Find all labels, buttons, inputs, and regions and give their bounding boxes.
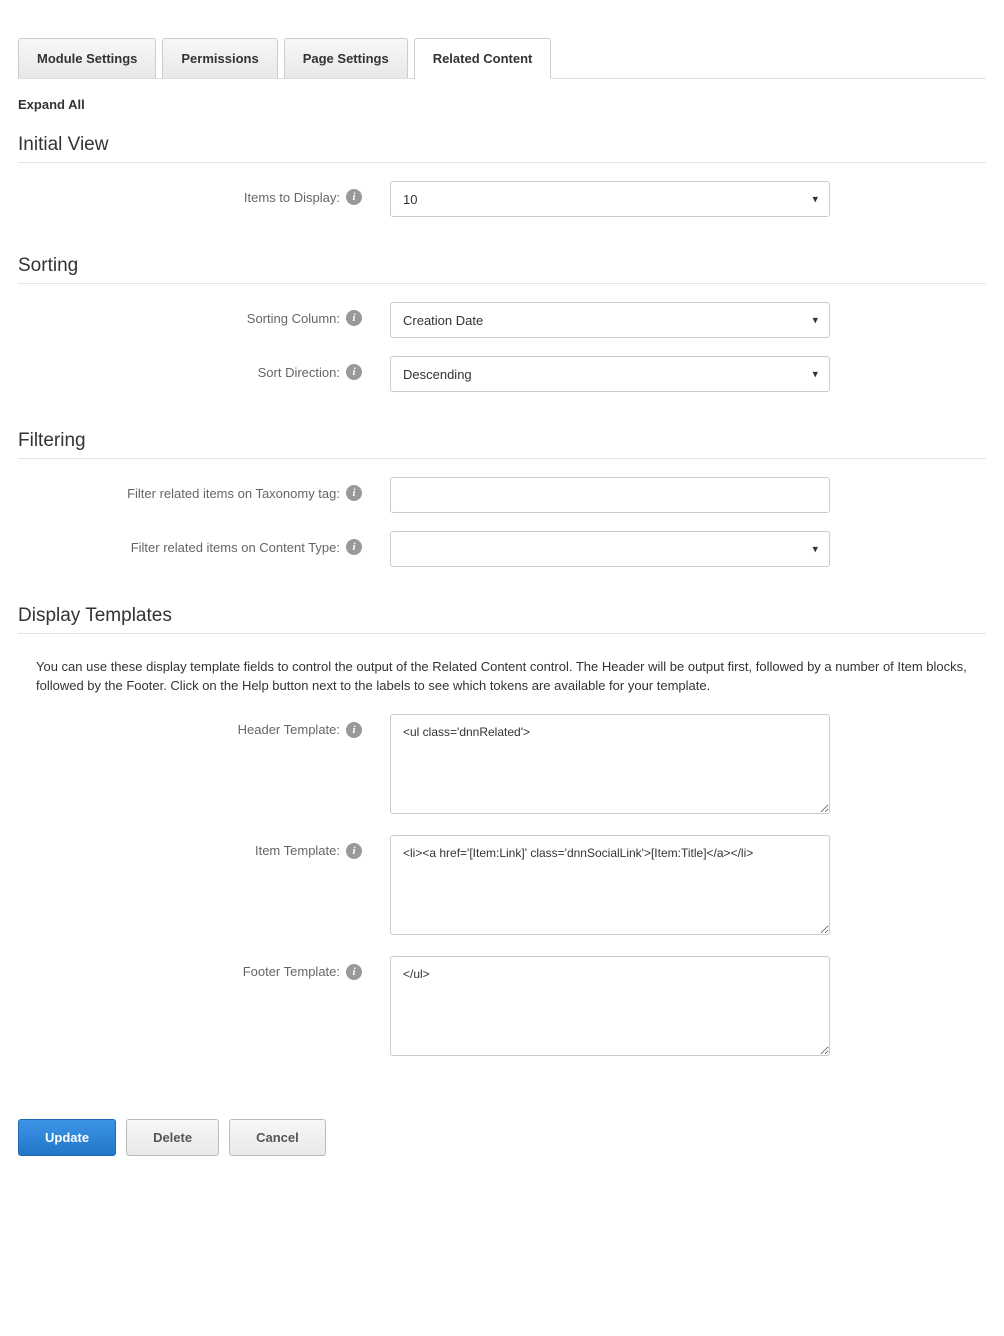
- select-sort-direction[interactable]: [390, 356, 830, 392]
- row-footer-template: Footer Template: i: [18, 956, 986, 1059]
- label-footer-template: Footer Template:: [243, 964, 340, 979]
- delete-button[interactable]: Delete: [126, 1119, 219, 1156]
- textarea-footer-template[interactable]: [390, 956, 830, 1056]
- section-title-initial-view: Initial View: [18, 134, 986, 163]
- label-sorting-column: Sorting Column:: [247, 311, 340, 326]
- label-filter-content-type: Filter related items on Content Type:: [131, 540, 340, 555]
- help-icon[interactable]: i: [346, 539, 362, 555]
- row-sorting-column: Sorting Column: i: [18, 302, 986, 338]
- label-sort-direction: Sort Direction:: [258, 365, 340, 380]
- tab-page-settings[interactable]: Page Settings: [284, 38, 408, 78]
- select-filter-content-type[interactable]: [390, 531, 830, 567]
- label-items-to-display: Items to Display:: [244, 190, 340, 205]
- button-row: Update Delete Cancel: [18, 1119, 986, 1156]
- label-item-template: Item Template:: [255, 843, 340, 858]
- row-sort-direction: Sort Direction: i: [18, 356, 986, 392]
- row-items-to-display: Items to Display: i: [18, 181, 986, 217]
- section-title-filtering: Filtering: [18, 430, 986, 459]
- help-icon[interactable]: i: [346, 364, 362, 380]
- display-templates-info: You can use these display template field…: [36, 658, 986, 696]
- label-filter-taxonomy: Filter related items on Taxonomy tag:: [127, 486, 340, 501]
- row-filter-taxonomy: Filter related items on Taxonomy tag: i: [18, 477, 986, 513]
- help-icon[interactable]: i: [346, 485, 362, 501]
- section-title-display-templates: Display Templates: [18, 605, 986, 634]
- section-title-sorting: Sorting: [18, 255, 986, 284]
- tabs: Module Settings Permissions Page Setting…: [18, 38, 986, 79]
- row-item-template: Item Template: i: [18, 835, 986, 938]
- help-icon[interactable]: i: [346, 964, 362, 980]
- tab-module-settings[interactable]: Module Settings: [18, 38, 156, 78]
- update-button[interactable]: Update: [18, 1119, 116, 1156]
- label-header-template: Header Template:: [238, 722, 340, 737]
- textarea-item-template[interactable]: [390, 835, 830, 935]
- input-filter-taxonomy[interactable]: [390, 477, 830, 513]
- help-icon[interactable]: i: [346, 189, 362, 205]
- help-icon[interactable]: i: [346, 310, 362, 326]
- row-header-template: Header Template: i: [18, 714, 986, 817]
- tab-related-content[interactable]: Related Content: [414, 38, 552, 79]
- help-icon[interactable]: i: [346, 722, 362, 738]
- tab-permissions[interactable]: Permissions: [162, 38, 277, 78]
- expand-all-link[interactable]: Expand All: [18, 97, 85, 112]
- help-icon[interactable]: i: [346, 843, 362, 859]
- select-sorting-column[interactable]: [390, 302, 830, 338]
- select-items-to-display[interactable]: [390, 181, 830, 217]
- textarea-header-template[interactable]: [390, 714, 830, 814]
- row-filter-content-type: Filter related items on Content Type: i: [18, 531, 986, 567]
- cancel-button[interactable]: Cancel: [229, 1119, 326, 1156]
